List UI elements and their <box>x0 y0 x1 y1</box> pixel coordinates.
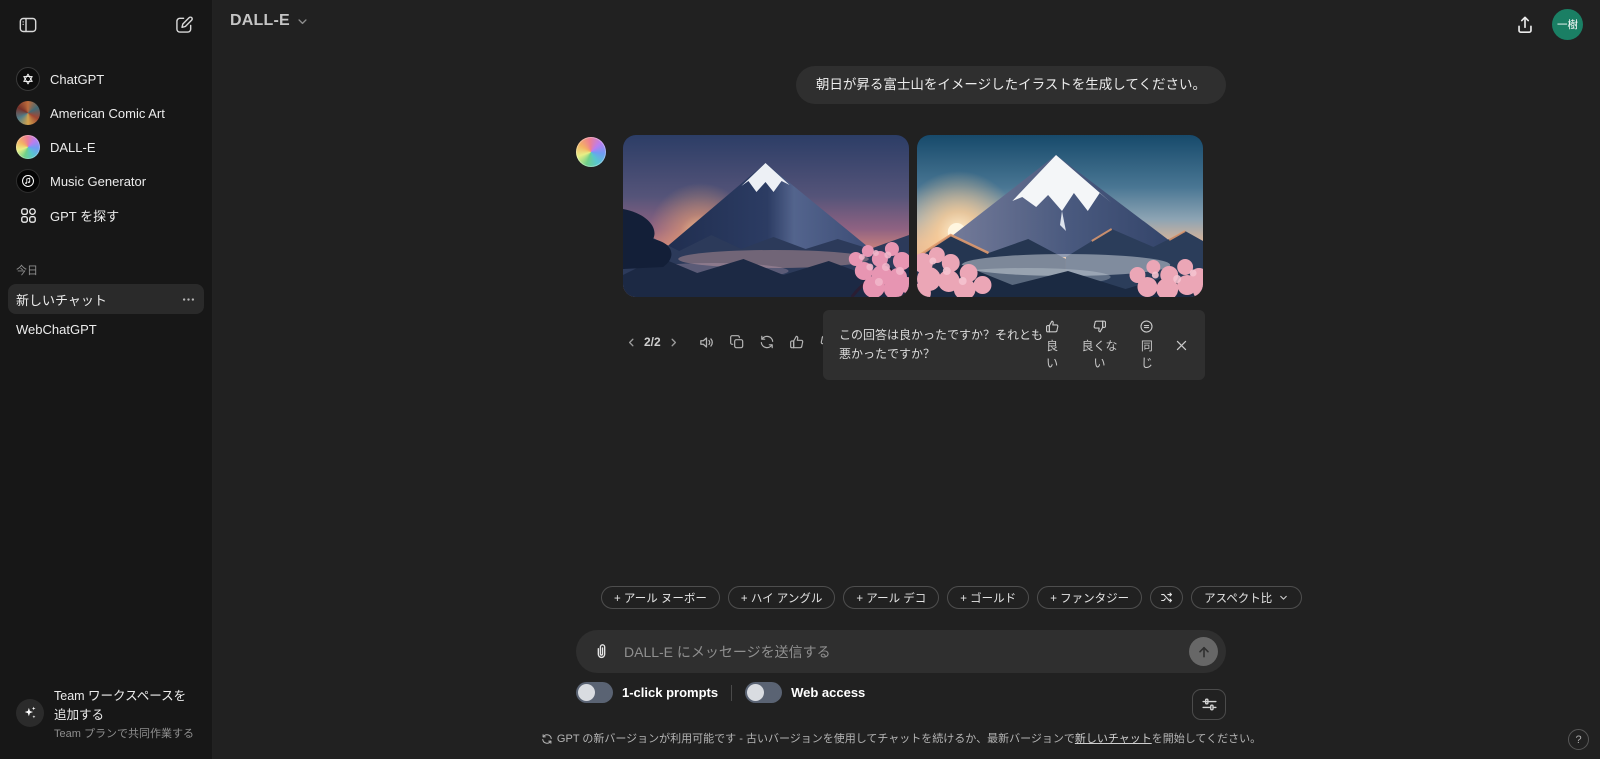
generated-images <box>623 135 1203 297</box>
next-image-icon[interactable] <box>666 334 682 350</box>
attach-file-icon[interactable] <box>592 642 612 662</box>
feedback-same-button[interactable]: 同じ <box>1138 319 1156 371</box>
sidebar-toggle-icon[interactable] <box>17 14 39 36</box>
web-access-toggle[interactable]: Web access <box>745 682 865 703</box>
read-aloud-icon[interactable] <box>698 333 716 351</box>
prompt-chip-art-nouveau[interactable]: + アール ヌーボー <box>601 586 720 609</box>
help-button[interactable]: ? <box>1568 729 1589 750</box>
chat-options-icon[interactable] <box>180 291 196 307</box>
sidebar: ChatGPT American Comic Art DALL-E Music … <box>0 0 213 759</box>
feedback-good-button[interactable]: 良い <box>1043 319 1061 371</box>
share-icon[interactable] <box>1514 13 1538 37</box>
prompt-chips-row: + アール ヌーボー + ハイ アングル + アール デコ + ゴールド + フ… <box>576 586 1226 609</box>
toggle-label: 1-click prompts <box>622 685 718 700</box>
conversation: 朝日が昇る富士山をイメージしたイラストを生成してください。 <box>576 50 1226 351</box>
toggle-switch[interactable] <box>576 682 613 703</box>
sidebar-item-label: Music Generator <box>50 174 146 189</box>
prev-image-icon[interactable] <box>623 334 639 350</box>
toggle-switch[interactable] <box>745 682 782 703</box>
sidebar-item-label: DALL-E <box>50 140 96 155</box>
team-upsell[interactable]: Team ワークスペースを追加する Team プランで共同作業する <box>8 679 206 747</box>
sidebar-item-explore-gpts[interactable]: GPT を探す <box>8 198 204 232</box>
refresh-icon <box>541 733 557 745</box>
generated-image-2[interactable] <box>917 135 1203 297</box>
arrow-up-icon <box>1196 644 1212 660</box>
chat-history-label: 新しいチャット <box>16 290 107 309</box>
chevron-down-icon <box>295 14 310 29</box>
version-notice: GPT の新バージョンが利用可能です - 古いバージョンを使用してチャットを続け… <box>496 730 1306 746</box>
dalle-rainbow-icon <box>16 135 40 159</box>
shuffle-icon <box>1160 591 1173 604</box>
feedback-option-label: 良い <box>1043 337 1061 371</box>
prompt-chip-high-angle[interactable]: + ハイ アングル <box>728 586 835 609</box>
prompt-chip-gold[interactable]: + ゴールド <box>947 586 1029 609</box>
team-upsell-text: Team ワークスペースを追加する Team プランで共同作業する <box>54 685 198 741</box>
message-input[interactable] <box>624 644 1189 660</box>
toggle-label: Web access <box>791 685 865 700</box>
thumbs-up-icon[interactable] <box>788 333 806 351</box>
sidebar-item-american-comic-art[interactable]: American Comic Art <box>8 96 204 130</box>
regenerate-icon[interactable] <box>758 333 776 351</box>
generated-image-1[interactable] <box>623 135 909 297</box>
feedback-options: 良い 良くない 同じ <box>1043 319 1156 371</box>
chat-history-item-webchatgpt[interactable]: WebChatGPT <box>8 314 204 344</box>
thumbs-up-icon <box>1045 319 1060 334</box>
model-name: DALL-E <box>230 12 290 30</box>
user-message-bubble: 朝日が昇る富士山をイメージしたイラストを生成してください。 <box>796 66 1226 104</box>
prompt-chip-fantasy[interactable]: + ファンタジー <box>1037 586 1142 609</box>
shuffle-prompts-button[interactable] <box>1150 586 1183 609</box>
assistant-message-row <box>576 135 1226 297</box>
send-button[interactable] <box>1189 637 1218 666</box>
feedback-bad-button[interactable]: 良くない <box>1081 319 1118 371</box>
comic-avatar-icon <box>16 101 40 125</box>
equals-circle-icon <box>1139 319 1154 334</box>
team-upsell-title: Team ワークスペースを追加する <box>54 685 198 723</box>
user-avatar-initials: 一樹 <box>1557 17 1578 32</box>
chatgpt-logo-icon <box>16 67 40 91</box>
new-chat-icon[interactable] <box>173 14 195 36</box>
chat-history-item-new-chat[interactable]: 新しいチャット <box>8 284 204 314</box>
prompt-settings-button[interactable] <box>1192 689 1226 720</box>
dalle-avatar <box>576 137 606 167</box>
sparkle-icon <box>16 699 44 727</box>
model-switcher[interactable]: DALL-E <box>230 12 310 30</box>
feedback-popup: この回答は良かったですか？それとも悪かったですか？ 良い 良くない 同じ <box>823 310 1205 380</box>
sidebar-item-music-generator[interactable]: Music Generator <box>8 164 204 198</box>
notice-text: GPT の新バージョンが利用可能です - 古いバージョンを使用してチャットを続け… <box>557 733 1075 745</box>
composer: + アール ヌーボー + ハイ アングル + アール デコ + ゴールド + フ… <box>576 586 1226 703</box>
team-upsell-subtitle: Team プランで共同作業する <box>54 725 198 741</box>
sliders-icon <box>1201 696 1218 713</box>
message-input-bar <box>576 630 1226 673</box>
sidebar-header <box>0 0 212 44</box>
user-message-row: 朝日が昇る富士山をイメージしたイラストを生成してください。 <box>576 66 1226 104</box>
new-chat-link[interactable]: 新しいチャット <box>1075 733 1152 745</box>
notice-text: を開始してください。 <box>1152 733 1261 745</box>
chat-history-label: WebChatGPT <box>16 322 97 337</box>
aspect-ratio-label: アスペクト比 <box>1204 590 1272 606</box>
thumbs-down-icon <box>1092 319 1107 334</box>
one-click-prompts-toggle[interactable]: 1-click prompts <box>576 682 718 703</box>
chevron-down-icon <box>1278 592 1289 603</box>
copy-icon[interactable] <box>728 333 746 351</box>
chat-history-list: 新しいチャット WebChatGPT <box>0 284 212 344</box>
extension-toggles: 1-click prompts Web access <box>576 682 1226 703</box>
history-section-label: 今日 <box>0 262 212 278</box>
sidebar-item-dalle[interactable]: DALL-E <box>8 130 204 164</box>
grid-icon <box>16 203 40 227</box>
feedback-question: この回答は良かったですか？それとも悪かったですか？ <box>839 326 1043 363</box>
feedback-option-label: 同じ <box>1138 337 1156 371</box>
user-avatar[interactable]: 一樹 <box>1552 9 1583 40</box>
feedback-option-label: 良くない <box>1081 337 1118 371</box>
divider <box>731 685 732 701</box>
aspect-ratio-dropdown[interactable]: アスペクト比 <box>1191 586 1302 609</box>
sidebar-item-chatgpt[interactable]: ChatGPT <box>8 62 204 96</box>
sidebar-item-label: American Comic Art <box>50 106 165 121</box>
music-note-icon <box>16 169 40 193</box>
sidebar-item-label: GPT を探す <box>50 206 119 225</box>
sidebar-nav: ChatGPT American Comic Art DALL-E Music … <box>0 44 212 232</box>
pagination-indicator: 2/2 <box>644 335 661 349</box>
sidebar-item-label: ChatGPT <box>50 72 104 87</box>
close-icon[interactable] <box>1174 337 1189 353</box>
prompt-chip-art-deco[interactable]: + アール デコ <box>843 586 939 609</box>
